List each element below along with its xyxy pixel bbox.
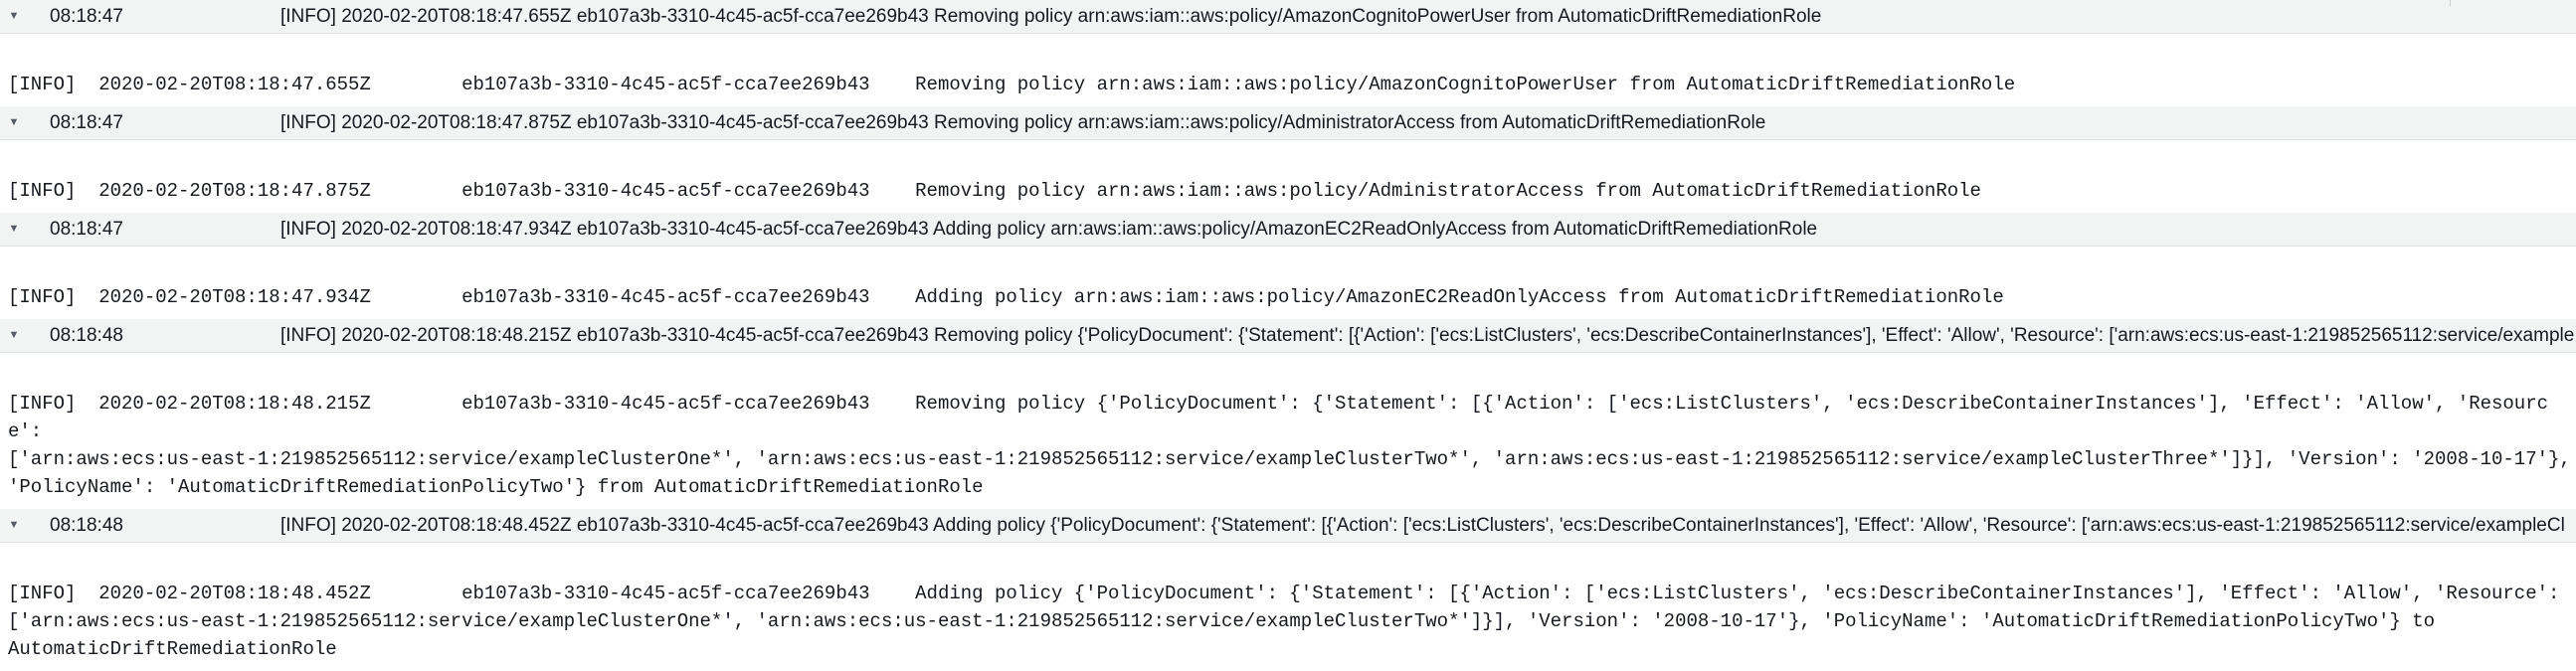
log-event-detail: [INFO] 2020-02-20T08:18:47.934Z eb107a3b… [8,286,2004,308]
caret-down-icon[interactable]: ▼ [6,509,22,542]
log-event-detail: [INFO] 2020-02-20T08:18:48.452Z eb107a3b… [8,583,2560,660]
log-event-detail: [INFO] 2020-02-20T08:18:47.655Z eb107a3b… [8,74,2016,95]
log-event-header[interactable]: ▼ 08:18:47 [INFO] 2020-02-20T08:18:47.65… [0,0,2576,34]
log-event-timestamp: 08:18:47 [50,112,123,133]
log-event: ▼ 08:18:47 [INFO] 2020-02-20T08:18:47.87… [0,106,2576,213]
log-event-message: [INFO] 2020-02-20T08:18:48.452Z eb107a3b… [280,515,2565,536]
log-event-message: [INFO] 2020-02-20T08:18:47.875Z eb107a3b… [280,112,1766,133]
log-event-message: [INFO] 2020-02-20T08:18:48.215Z eb107a3b… [280,325,2575,346]
log-event-header[interactable]: ▼ 08:18:48 [INFO] 2020-02-20T08:18:48.21… [0,319,2576,353]
column-divider [2450,0,2451,6]
log-event-timestamp: 08:18:47 [50,6,123,27]
log-event-header[interactable]: ▼ 08:18:48 [INFO] 2020-02-20T08:18:48.45… [0,509,2576,543]
log-event: ▼ 08:18:48 [INFO] 2020-02-20T08:18:48.21… [0,319,2576,509]
log-event-header[interactable]: ▼ 08:18:47 [INFO] 2020-02-20T08:18:47.87… [0,106,2576,140]
log-event-timestamp: 08:18:48 [50,325,123,346]
log-event-detail: [INFO] 2020-02-20T08:18:47.875Z eb107a3b… [8,180,1981,202]
caret-down-icon[interactable]: ▼ [6,319,22,352]
log-event: ▼ 08:18:47 [INFO] 2020-02-20T08:18:47.65… [0,0,2576,106]
log-event: ▼ 08:18:47 [INFO] 2020-02-20T08:18:47.93… [0,213,2576,319]
log-event: ▼ 08:18:48 [INFO] 2020-02-20T08:18:48.45… [0,509,2576,671]
caret-down-icon[interactable]: ▼ [6,213,22,246]
log-event-message: [INFO] 2020-02-20T08:18:47.655Z eb107a3b… [280,6,1822,27]
log-event-timestamp: 08:18:47 [50,219,123,240]
caret-down-icon[interactable]: ▼ [6,0,22,33]
log-events-list: ▼ 08:18:47 [INFO] 2020-02-20T08:18:47.65… [0,0,2576,671]
caret-down-icon[interactable]: ▼ [6,106,22,139]
log-event-message: [INFO] 2020-02-20T08:18:47.934Z eb107a3b… [280,219,1818,240]
log-event-header[interactable]: ▼ 08:18:47 [INFO] 2020-02-20T08:18:47.93… [0,213,2576,247]
log-event-detail: [INFO] 2020-02-20T08:18:48.215Z eb107a3b… [8,393,2571,498]
log-event-timestamp: 08:18:48 [50,515,123,536]
